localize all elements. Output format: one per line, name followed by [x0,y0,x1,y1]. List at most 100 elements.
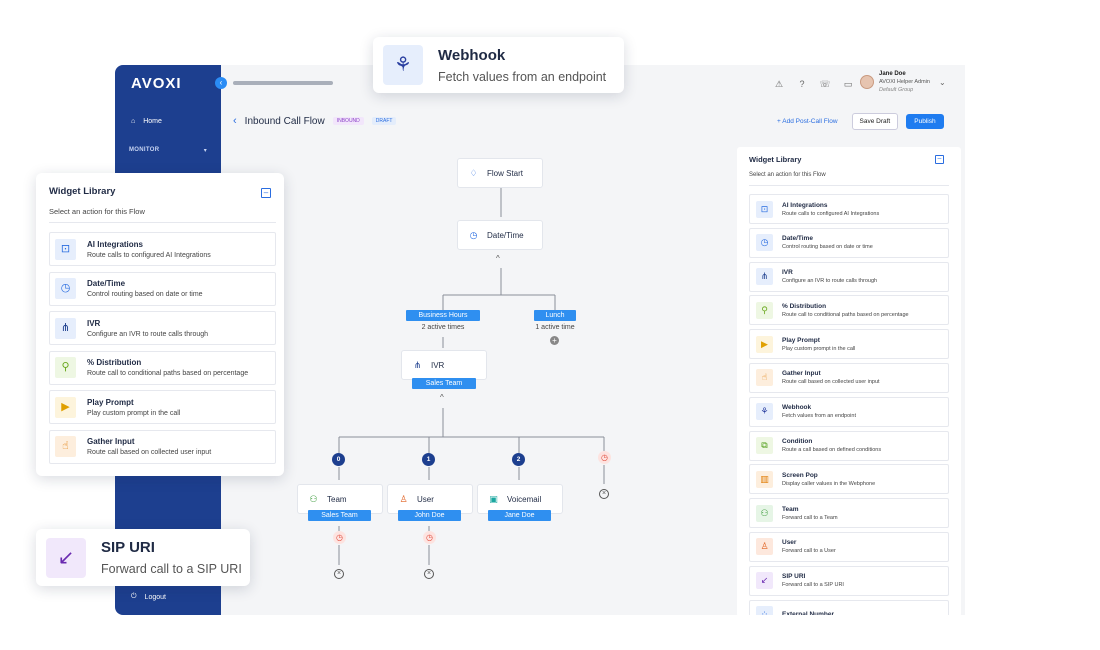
callout-description: Forward call to a SIP URI [101,562,242,576]
publish-button[interactable]: Publish [906,114,944,129]
widget-item-ivr[interactable]: ⋔ IVR Configure an IVR to route calls thro… [749,261,949,292]
widget-item-screen-pop[interactable]: ▥ Screen Pop Display caller values in the … [749,464,949,495]
avatar [860,75,874,89]
widget-name: Play Prompt [87,397,134,407]
collapse-panel-button[interactable]: – [261,188,271,198]
play-icon: ▶ [756,335,773,353]
clock-icon: ◷ [469,229,478,240]
node-label: IVR [431,360,445,370]
user-icon: ♙ [399,493,408,504]
widget-item-ivr[interactable]: ⋔ IVR Configure an IVR to route calls thro… [49,311,276,345]
ivr-option-number: 1 [422,453,435,466]
widget-item-gather-input[interactable]: ☝ Gather Input Route call based on collect… [49,429,276,464]
sidebar-section-monitor[interactable]: MONITOR ▾ [129,147,207,154]
node-tag: John Doe [398,510,461,521]
widget-description: Configure an IVR to route calls through [782,278,878,285]
voicemail-icon: ▣ [489,493,498,504]
node-label: Date/Time [487,230,524,240]
branch-active-count: 2 active times [421,324,465,331]
flow-node-ivr[interactable]: ⋔ IVR [401,350,487,380]
user-menu[interactable]: Jane Doe AVOXI Helper Admin Default Grou… [860,70,946,94]
power-icon: ⏻ [131,593,137,600]
node-label: Flow Start [487,168,524,178]
widget-item-user[interactable]: ♙ User Forward call to a User [749,531,949,562]
widget-list: ⊡ AI Integrations Route calls to configure… [749,194,949,615]
widget-list: ⊡ AI Integrations Route calls to configure… [49,232,276,469]
widget-item-date-time[interactable]: ◷ Date/Time Control routing based on date … [49,271,276,306]
add-post-call-flow-button[interactable]: + Add Post-Call Flow [777,118,838,125]
sidebar-item-logout[interactable]: ⏻ Logout [131,593,166,601]
webhook-callout-card[interactable]: ⚘ Webhook Fetch values from an endpoint [373,37,624,93]
save-draft-button[interactable]: Save Draft [851,113,899,130]
robot-icon: ⊡ [55,238,76,260]
widget-description: Play custom prompt in the call [782,345,856,352]
chevron-up-icon[interactable]: ^ [440,393,444,402]
help-icon[interactable]: ? [796,78,808,90]
collapse-panel-button[interactable]: – [935,155,944,164]
header-actions: + Add Post-Call Flow Save Draft Publish [777,113,944,130]
node-tag: Sales Team [308,510,371,521]
widget-description: Forward call to a Team [782,514,838,521]
widget-item-team[interactable]: ⚇ Team Forward call to a Team [749,498,949,529]
widget-description: Forward call to a User [782,548,836,555]
gather-input-icon: ☝ [756,369,773,387]
widget-description: Route call to conditional paths based on… [782,311,909,318]
sidebar-collapse-button[interactable]: ‹ [215,77,227,89]
ivr-option-number: 2 [512,453,525,466]
widget-name: IVR [87,318,101,328]
widget-name: Play Prompt [782,336,820,344]
end-call-icon: × [599,489,609,499]
end-call-icon: × [424,569,434,579]
topbar-placeholder-bar [233,81,333,85]
widget-description: Route call to conditional paths based on… [87,370,249,377]
widget-name: Date/Time [87,279,126,288]
user-info: Jane Doe AVOXI Helper Admin Default Grou… [879,70,930,94]
widget-name: Team [782,505,799,513]
branch-business-hours[interactable]: Business Hours [406,310,480,321]
message-icon[interactable]: ▭ [842,78,854,90]
sidebar-item-home[interactable]: ⌂ Home [131,118,162,125]
widget-name: % Distribution [87,358,142,367]
panel-title: Widget Library [749,155,802,164]
panel-title: Widget Library [49,186,116,197]
widget-item-play-prompt[interactable]: ▶ Play Prompt Play custom prompt in the ca… [749,329,949,360]
widget-item-play-prompt[interactable]: ▶ Play Prompt Play custom prompt in the ca… [49,390,276,424]
distribution-icon: ⚲ [55,357,76,378]
widget-item-distribution[interactable]: ⚲ % Distribution Route call to conditional… [49,350,276,385]
home-icon: ⌂ [131,118,136,125]
flow-node-start[interactable]: ♢ Flow Start [457,158,543,188]
widget-name: Gather Input [87,437,135,446]
widget-item-condition[interactable]: ⧉ Condition Route a call based on defined … [749,430,949,461]
widget-item-distribution[interactable]: ⚲% Distribution Route call to conditional… [749,295,949,326]
widget-name: % Distribution [782,302,827,310]
widget-description: Route a call based on defined conditions [782,447,882,454]
widget-item-external-number[interactable]: ⁘ External Number [749,599,949,615]
widget-item-date-time[interactable]: ◷ Date/Time Control routing based on date … [749,227,949,258]
widget-description: Display caller values in the Webphone [782,480,876,487]
add-icon[interactable]: + [550,336,559,345]
brand-logo: AVOXI [131,75,182,92]
widget-description: Route calls to configured AI Integration… [782,210,880,217]
widget-item-ai-integrations[interactable]: ⊡ AI Integrations Route calls to configure… [49,232,276,266]
widget-item-webhook[interactable]: ⚘ Webhook Fetch values from an endpoint [749,396,949,427]
page-title: Inbound Call Flow [244,115,325,127]
widget-description: Fetch values from an endpoint [782,413,856,420]
back-button[interactable]: ‹ [233,115,237,127]
clock-icon: ◷ [756,234,773,252]
flow-node-datetime[interactable]: ◷ Date/Time [457,220,543,250]
widget-item-ai-integrations[interactable]: ⊡ AI Integrations Route calls to configure… [749,194,949,224]
widget-item-sip-uri[interactable]: ↙ SIP URI Forward call to a SIP URI [749,565,949,596]
sip-uri-callout-card[interactable]: ↙ SIP URI Forward call to a SIP URI [36,529,250,586]
user-icon: ♙ [756,538,773,556]
widget-description: Route call based on collected user input [87,449,212,456]
widget-name: User [782,539,797,547]
branch-lunch[interactable]: Lunch [534,310,576,321]
rocket-icon: ♢ [469,167,478,178]
widget-name: AI Integrations [87,239,144,249]
sidebar-section-label: MONITOR [129,147,160,153]
warning-icon[interactable]: ⚠ [773,78,785,90]
chevron-up-icon[interactable]: ^ [496,254,500,263]
widget-item-gather-input[interactable]: ☝ Gather Input Route call based on collect… [749,362,949,393]
webhook-icon: ⚘ [383,45,423,85]
phone-icon[interactable]: ☏ [819,78,831,90]
